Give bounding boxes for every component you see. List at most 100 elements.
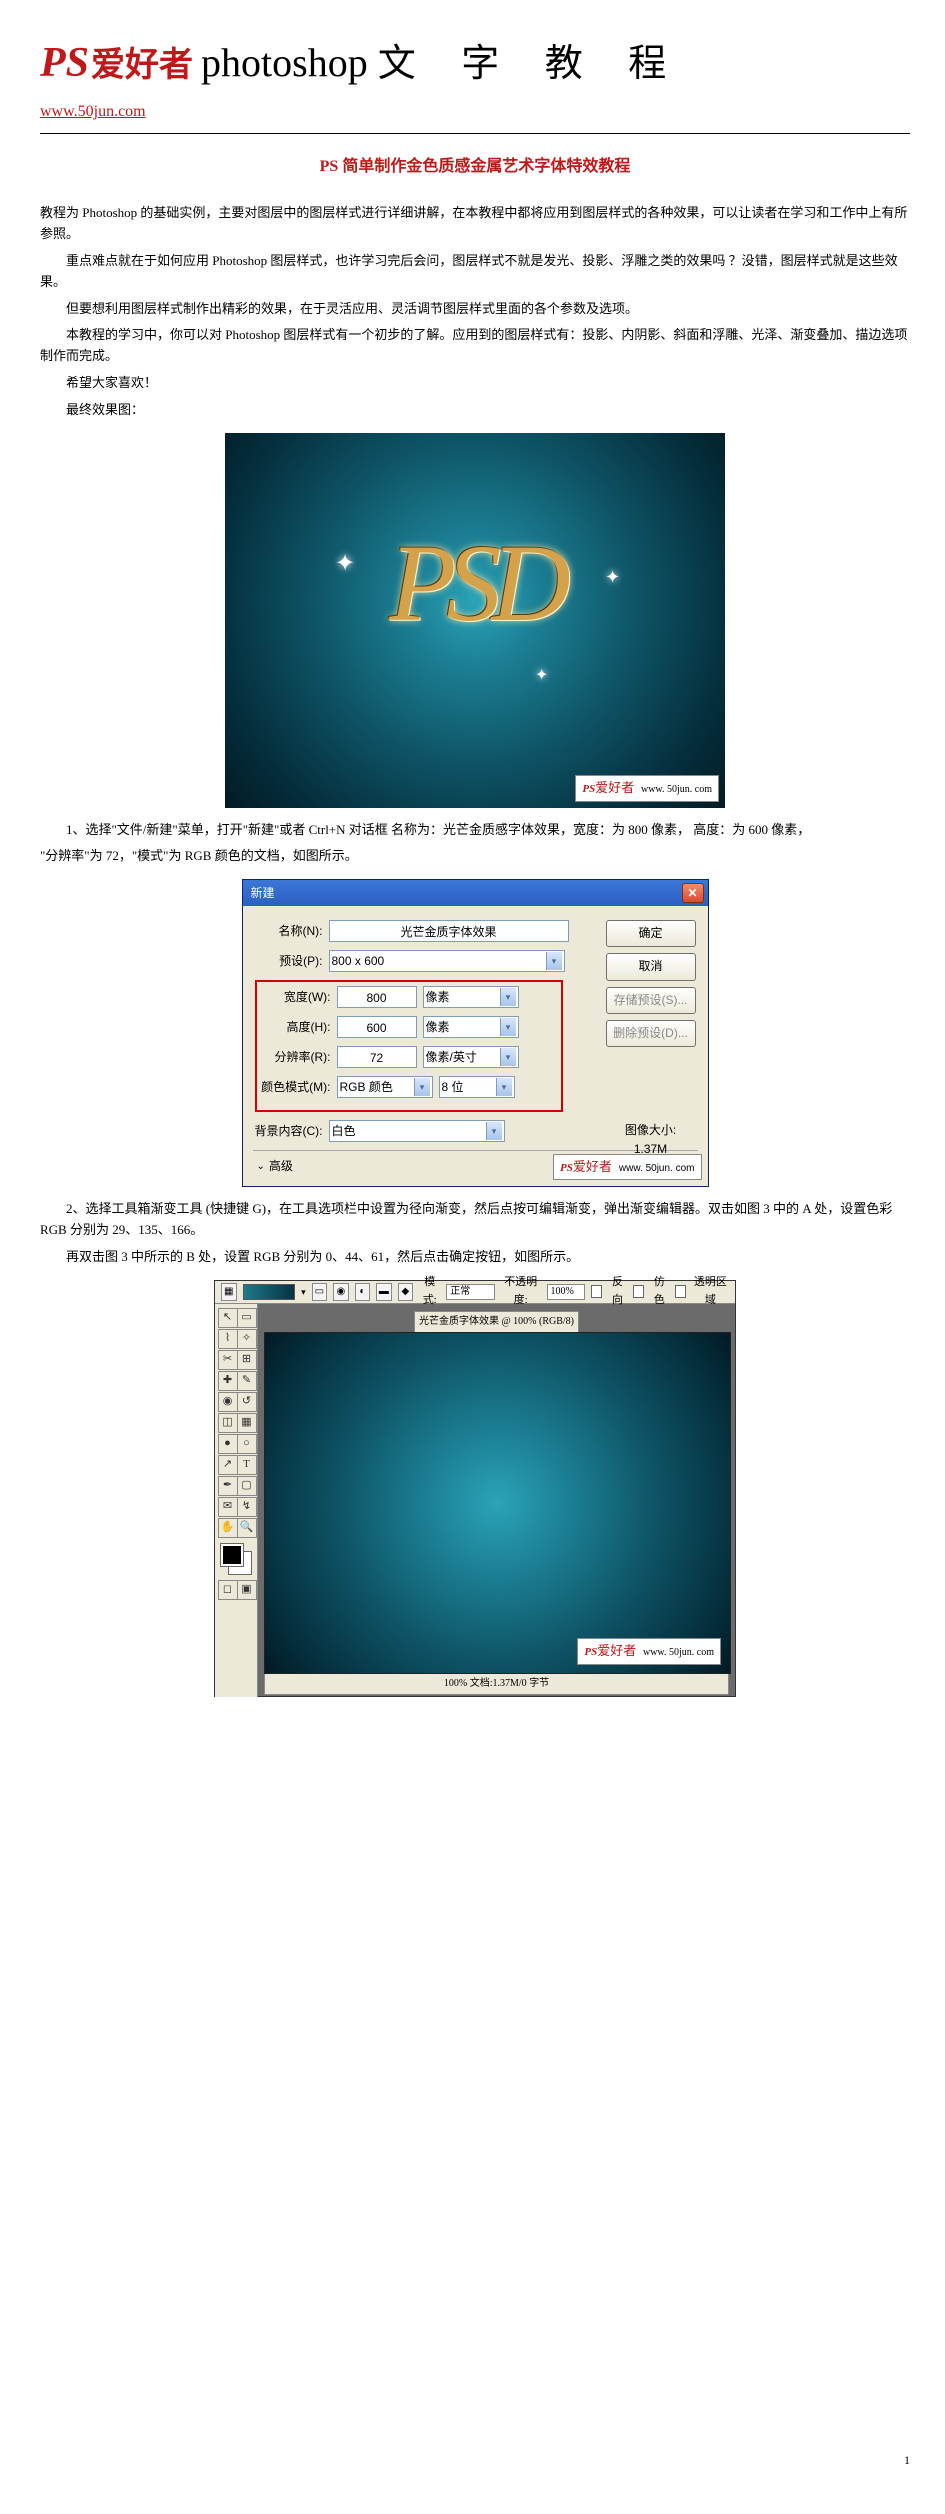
article-title: PS 简单制作金色质感金属艺术字体特效教程 [40,154,910,180]
blend-mode-value: 正常 [450,1284,470,1300]
screenmode-icon[interactable]: ▣ [237,1580,257,1600]
paragraph-5: 希望大家喜欢！ [40,373,910,394]
chevron-down-icon: ▾ [500,1048,516,1066]
watermark-badge: PS爱好者 www. 50jun. com [553,1154,702,1181]
reflected-gradient-icon[interactable]: ▬ [376,1283,392,1301]
color-bits-select[interactable]: 8 位 ▾ [439,1076,515,1098]
stamp-tool-icon[interactable]: ◉ [218,1392,238,1412]
chevron-down-icon: ▾ [496,1078,512,1096]
paragraph-4: 本教程的学习中，你可以对 Photoshop 图层样式有一个初步的了解。应用到的… [40,325,910,367]
sparkle-icon: ✦ [335,545,355,583]
resolution-unit-value: 像素/英寸 [426,1048,477,1067]
badge-ps: PS [582,783,595,795]
eraser-tool-icon[interactable]: ◫ [218,1413,238,1433]
dodge-tool-icon[interactable]: ○ [237,1434,257,1454]
wand-tool-icon[interactable]: ✧ [237,1329,257,1349]
move-tool-icon[interactable]: ↖ [218,1308,238,1328]
quickmask-icon[interactable]: ◻ [218,1580,238,1600]
radial-gradient-icon[interactable]: ◉ [333,1283,349,1301]
width-unit-select[interactable]: 像素 ▾ [423,986,519,1008]
pen-tool-icon[interactable]: ✒ [218,1476,238,1496]
diamond-gradient-icon[interactable]: ◆ [398,1283,414,1301]
height-unit-select[interactable]: 像素 ▾ [423,1016,519,1038]
figure-1-final-effect: ✦ ✦ ✦ PSD PS爱好者 www. 50jun. com [225,433,725,808]
linear-gradient-icon[interactable]: ▭ [312,1283,328,1301]
brush-tool-icon[interactable]: ✎ [237,1371,257,1391]
resolution-unit-select[interactable]: 像素/英寸 ▾ [423,1046,519,1068]
header-url-link[interactable]: www.50jun.com [40,99,146,125]
dialog-title: 新建 [251,884,275,903]
bg-content-label: 背景内容(C): [253,1122,323,1141]
gradient-preview[interactable] [243,1284,296,1300]
color-mode-select[interactable]: RGB 颜色 ▾ [337,1076,433,1098]
paragraph-2: 重点难点就在于如何应用 Photoshop 图层样式，也许学习完后会问，图层样式… [40,251,910,293]
options-bar: ▦ ▾ ▭ ◉ ◐ ▬ ◆ 模式: 正常 不透明度: 100% 反向 仿色 [215,1281,735,1304]
logo-photoshop: photoshop [201,31,368,95]
marquee-tool-icon[interactable]: ▭ [237,1308,257,1328]
preset-select[interactable]: 800 x 600 ▾ [329,950,565,972]
save-preset-button[interactable]: 存储预设(S)... [606,987,696,1014]
crop-tool-icon[interactable]: ✂ [218,1350,238,1370]
color-swatches[interactable] [221,1544,251,1574]
paragraph-1: 教程为 Photoshop 的基础实例，主要对图层中的图层样式进行详细讲解，在本… [40,203,910,245]
name-input[interactable]: 光芒金质字体效果 [329,920,569,942]
page-number: 1 [904,2451,910,2470]
badge-ps: PS [584,1646,597,1658]
resolution-input[interactable]: 72 [337,1046,417,1068]
chevron-down-icon: ▾ [500,988,516,1006]
figure-1-text: PSD [389,495,561,671]
angle-gradient-icon[interactable]: ◐ [355,1283,371,1301]
gradient-tool-icon[interactable]: ▦ [237,1413,257,1433]
bg-content-value: 白色 [332,1122,356,1141]
logo-ps: PS [40,30,89,97]
blend-mode-select[interactable]: 正常 [446,1284,495,1300]
opacity-input[interactable]: 100% [547,1284,585,1300]
transparency-checkbox[interactable] [675,1285,686,1298]
logo-tutorial: 文 字 教 程 [378,34,685,95]
type-tool-icon[interactable]: T [237,1455,257,1475]
hand-tool-icon[interactable]: ✋ [218,1518,238,1538]
dialog-titlebar: 新建 ✕ [243,880,708,906]
chevron-down-icon: ▾ [414,1078,430,1096]
badge-url: www. 50jun. com [619,1163,695,1174]
history-brush-icon[interactable]: ↺ [237,1392,257,1412]
ok-button[interactable]: 确定 [606,920,696,947]
canvas-area[interactable] [264,1332,731,1674]
chevron-down-icon: ▾ [486,1122,502,1140]
reverse-checkbox[interactable] [591,1285,602,1298]
gradient-tool-icon[interactable]: ▦ [221,1283,237,1301]
color-mode-value: RGB 颜色 [340,1078,393,1097]
advanced-label: 高级 [269,1157,293,1176]
eyedropper-tool-icon[interactable]: ↯ [237,1497,257,1517]
paragraph-3: 但要想利用图层样式制作出精彩的效果，在于灵活应用、灵活调节图层样式里面的各个参数… [40,299,910,320]
notes-tool-icon[interactable]: ✉ [218,1497,238,1517]
heal-tool-icon[interactable]: ✚ [218,1371,238,1391]
delete-preset-button[interactable]: 删除预设(D)... [606,1020,696,1047]
slice-tool-icon[interactable]: ⊞ [237,1350,257,1370]
chevron-down-icon[interactable]: ▾ [301,1285,306,1299]
close-button[interactable]: ✕ [682,883,704,903]
header-logo: PS 爱好者 photoshop 文 字 教 程 [40,30,910,97]
badge-text: 爱好者 [573,1159,612,1174]
shape-tool-icon[interactable]: ▢ [237,1476,257,1496]
foreground-color-swatch[interactable] [221,1544,243,1566]
badge-url: www. 50jun. com [643,1647,714,1658]
height-input[interactable]: 600 [337,1016,417,1038]
header-divider [40,133,910,134]
width-label: 宽度(W): [261,988,331,1007]
cancel-button[interactable]: 取消 [606,953,696,980]
bg-content-select[interactable]: 白色 ▾ [329,1120,505,1142]
blur-tool-icon[interactable]: ● [218,1434,238,1454]
watermark-badge: PS爱好者 www. 50jun. com [577,1638,721,1665]
lasso-tool-icon[interactable]: ⌇ [218,1329,238,1349]
zoom-tool-icon[interactable]: 🔍 [237,1518,257,1538]
step-2b: 再双击图 3 中所示的 B 处，设置 RGB 分别为 0、44、61，然后点击确… [40,1247,910,1268]
close-icon: ✕ [687,884,697,903]
resolution-label: 分辨率(R): [261,1048,331,1067]
badge-ps: PS [560,1162,573,1174]
dither-checkbox[interactable] [633,1285,644,1298]
width-input[interactable]: 800 [337,986,417,1008]
figure-3-workspace: ▦ ▾ ▭ ◉ ◐ ▬ ◆ 模式: 正常 不透明度: 100% 反向 仿色 [214,1280,736,1697]
step-1a: 1、选择"文件/新建"菜单，打开"新建"或者 Ctrl+N 对话框 名称为：光芒… [40,820,910,841]
path-tool-icon[interactable]: ↗ [218,1455,238,1475]
